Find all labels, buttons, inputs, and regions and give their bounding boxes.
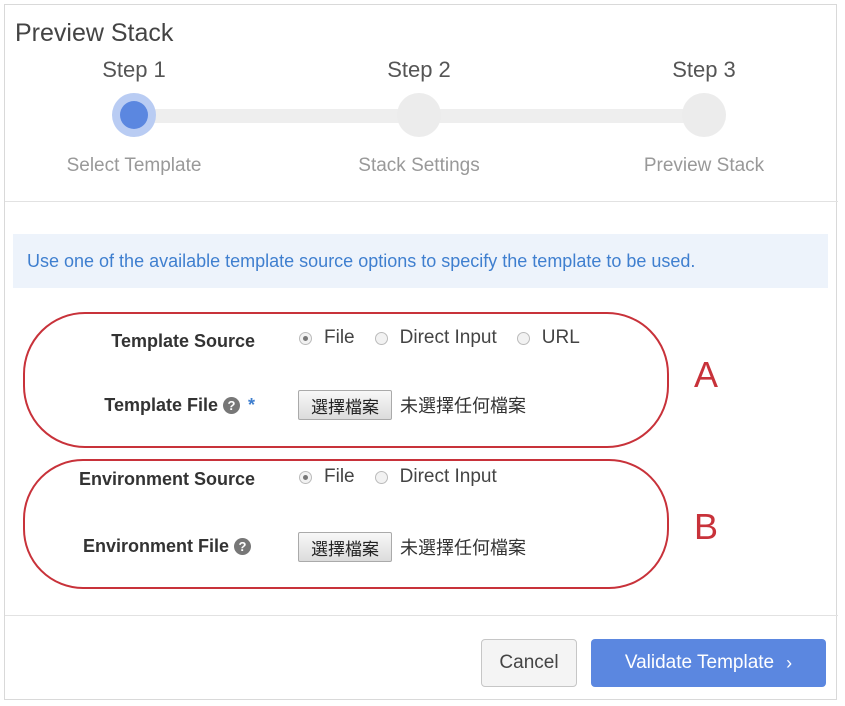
wizard-stepper: Step 1 Select Template Step 2 Stack Sett… [5, 5, 838, 205]
step-3-indicator[interactable] [682, 93, 726, 137]
step-1-label: Step 1 [102, 57, 166, 82]
cancel-button[interactable]: Cancel [481, 639, 577, 687]
step-2-indicator[interactable] [397, 93, 441, 137]
step-1-description: Select Template [66, 155, 202, 176]
header-divider [5, 201, 838, 202]
step-3-description: Preview Stack [643, 155, 765, 176]
step-3-label: Step 3 [672, 57, 736, 82]
chevron-right-icon: › [786, 652, 793, 673]
annotation-outline-a [23, 312, 669, 448]
step-2-description: Stack Settings [358, 155, 480, 176]
info-banner: Use one of the available template source… [13, 234, 828, 288]
annotation-outline-b [23, 459, 669, 589]
validate-template-button[interactable]: Validate Template › [591, 639, 826, 687]
annotation-label-b: B [694, 506, 719, 547]
footer-divider [5, 615, 838, 616]
step-2-label: Step 2 [387, 57, 451, 82]
step-1-indicator[interactable] [112, 93, 156, 137]
annotation-label-a: A [694, 354, 719, 395]
preview-stack-dialog: Preview Stack Step 1 Select Template Ste… [4, 4, 838, 700]
validate-template-label: Validate Template [624, 652, 775, 673]
